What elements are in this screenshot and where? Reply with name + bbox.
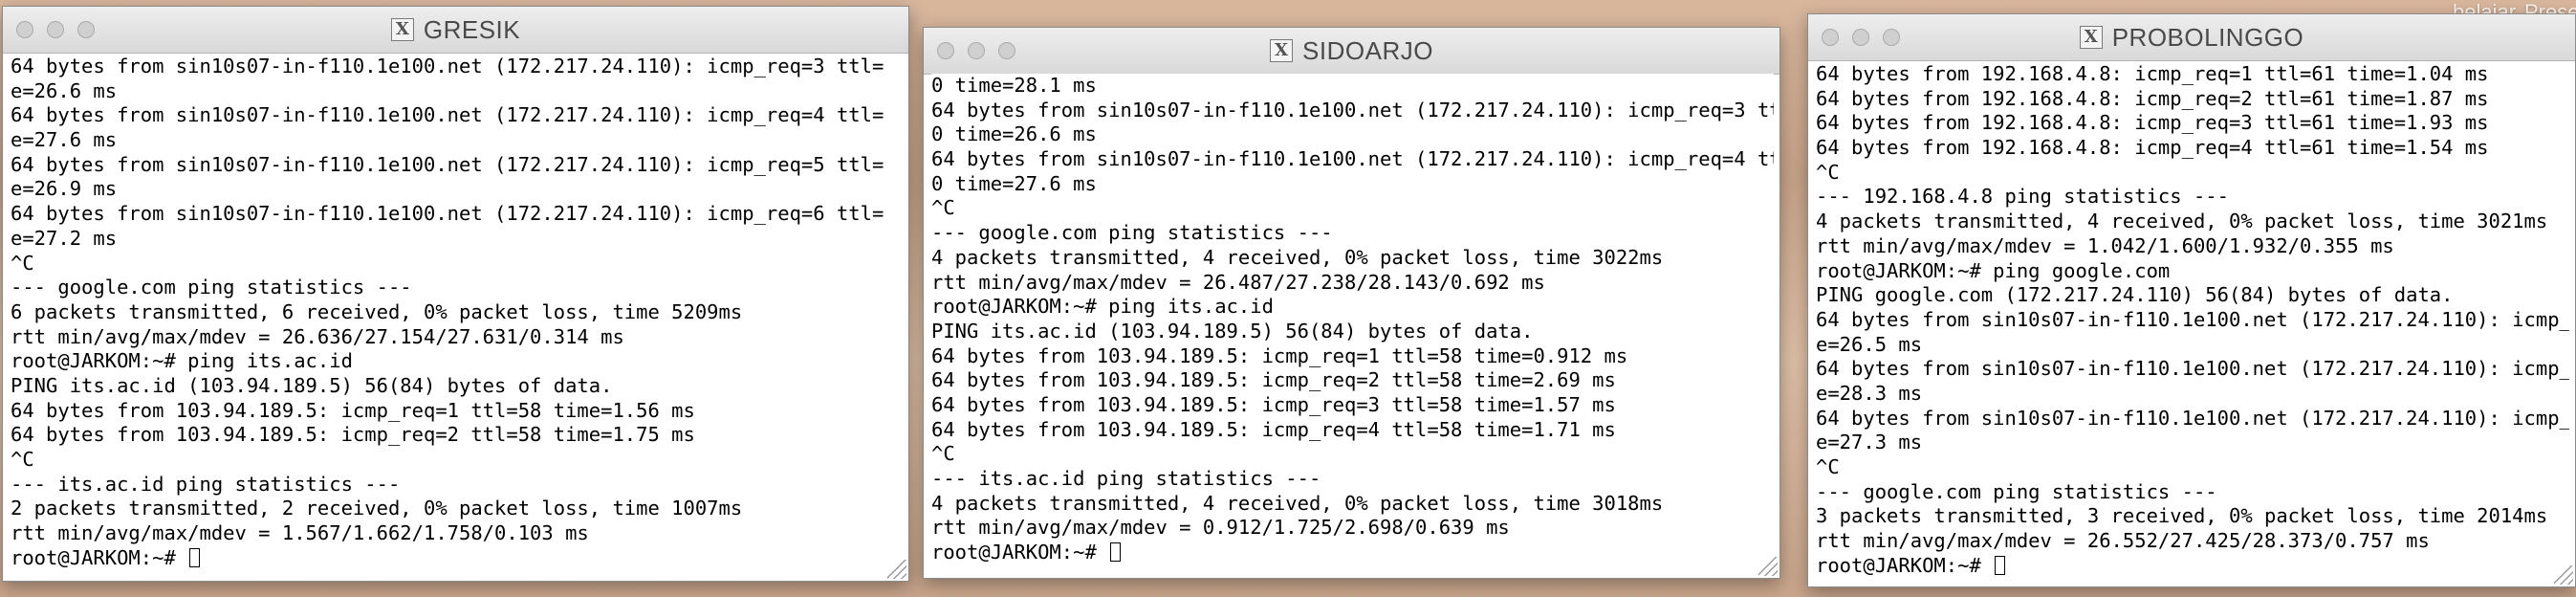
- terminal-line: PING its.ac.id (103.94.189.5) 56(84) byt…: [11, 373, 613, 397]
- terminal-line: e=27.6 ms: [11, 128, 118, 152]
- terminal-line: 64 bytes from 192.168.4.8: icmp_req=4 tt…: [1816, 136, 2489, 160]
- terminal-line: root@JARKOM:~# ping its.ac.id: [931, 295, 1274, 319]
- terminal-prompt-line[interactable]: root@JARKOM:~#: [11, 546, 903, 571]
- terminal-line: e=28.3 ms: [1816, 381, 1923, 405]
- resize-handle[interactable]: [887, 560, 906, 579]
- terminal-line: 64 bytes from 103.94.189.5: icmp_req=1 t…: [931, 343, 1628, 367]
- terminal-line: 0 time=26.6 ms: [931, 122, 1097, 146]
- terminal-line: ^C: [1816, 160, 1840, 184]
- x11-app-icon: X: [1270, 39, 1294, 62]
- terminal-line: 2 packets transmitted, 2 received, 0% pa…: [11, 497, 743, 520]
- terminal-line: 0 time=28.1 ms: [931, 74, 1097, 97]
- terminal-line: e=27.3 ms: [1816, 431, 1923, 454]
- terminal-line: --- google.com ping statistics ---: [11, 276, 412, 299]
- terminal-line: 64 bytes from sin10s07-in-f110.1e100.net…: [11, 55, 884, 77]
- terminal-line: e=26.6 ms: [11, 78, 118, 102]
- x11-app-icon: X: [2079, 26, 2103, 49]
- shell-prompt: root@JARKOM:~#: [1816, 553, 1994, 577]
- shell-prompt: root@JARKOM:~#: [11, 545, 188, 569]
- terminal-line: rtt min/avg/max/mdev = 0.912/1.725/2.698…: [931, 516, 1510, 540]
- terminal-line: PING google.com (172.217.24.110) 56(84) …: [1816, 283, 2454, 307]
- terminal-line: rtt min/avg/max/mdev = 26.636/27.154/27.…: [11, 324, 624, 348]
- terminal-line: 4 packets transmitted, 4 received, 0% pa…: [931, 245, 1664, 269]
- terminal-line: 64 bytes from sin10s07-in-f110.1e100.net…: [11, 202, 884, 226]
- terminal-window-sidoarjo[interactable]: X SIDOARJO 0 time=28.1 ms 64 bytes from …: [923, 27, 1780, 579]
- terminal-line: rtt min/avg/max/mdev = 26.552/27.425/28.…: [1816, 529, 2430, 553]
- terminal-line: ^C: [931, 196, 955, 220]
- window-title: GRESIK: [423, 14, 521, 44]
- terminal-line: e=26.5 ms: [1816, 332, 1923, 356]
- terminal-prompt-line[interactable]: root@JARKOM:~#: [1816, 554, 2569, 579]
- terminal-cursor: [1995, 555, 2006, 575]
- terminal-line: 64 bytes from sin10s07-in-f110.1e100.net…: [1816, 406, 2569, 430]
- terminal-cursor: [189, 547, 201, 567]
- terminal-line: rtt min/avg/max/mdev = 1.042/1.600/1.932…: [1816, 233, 2394, 257]
- terminal-line: 64 bytes from sin10s07-in-f110.1e100.net…: [1816, 307, 2569, 331]
- terminal-prompt-line[interactable]: root@JARKOM:~#: [931, 541, 1774, 565]
- shell-prompt: root@JARKOM:~#: [931, 541, 1109, 564]
- resize-handle[interactable]: [1758, 557, 1778, 576]
- x11-app-icon: X: [390, 18, 414, 41]
- terminal-line: 6 packets transmitted, 6 received, 0% pa…: [11, 299, 743, 323]
- terminal-line: 64 bytes from 192.168.4.8: icmp_req=2 tt…: [1816, 86, 2489, 110]
- terminal-lines: 0 time=28.1 ms 64 bytes from sin10s07-in…: [931, 74, 1774, 565]
- terminal-line: root@JARKOM:~# ping its.ac.id: [11, 349, 353, 373]
- terminal-line: rtt min/avg/max/mdev = 1.567/1.662/1.758…: [11, 521, 589, 545]
- terminal-line: 64 bytes from sin10s07-in-f110.1e100.net…: [931, 98, 1774, 122]
- terminal-line: 4 packets transmitted, 4 received, 0% pa…: [931, 491, 1664, 515]
- terminal-lines: 64 bytes from 192.168.4.8: icmp_req=1 tt…: [1816, 62, 2569, 578]
- terminal-line: rtt min/avg/max/mdev = 26.487/27.238/28.…: [931, 270, 1545, 294]
- terminal-line: ^C: [1816, 455, 1840, 478]
- terminal-output[interactable]: 64 bytes from sin10s07-in-f110.1e100.net…: [11, 55, 903, 581]
- terminal-line: root@JARKOM:~# ping google.com: [1816, 258, 2171, 282]
- terminal-line: 64 bytes from 103.94.189.5: icmp_req=4 t…: [931, 417, 1616, 441]
- terminal-line: ^C: [931, 442, 955, 466]
- terminal-line: 64 bytes from 103.94.189.5: icmp_req=1 t…: [11, 398, 695, 422]
- terminal-window-probolinggo[interactable]: X PROBOLINGGO 64 bytes from 192.168.4.8:…: [1807, 13, 2576, 587]
- terminal-line: PING its.ac.id (103.94.189.5) 56(84) byt…: [931, 319, 1534, 343]
- terminal-window-gresik[interactable]: X GRESIK 64 bytes from sin10s07-in-f110.…: [2, 6, 909, 582]
- terminal-line: 64 bytes from sin10s07-in-f110.1e100.net…: [931, 147, 1774, 171]
- terminal-line: 64 bytes from 192.168.4.8: icmp_req=3 tt…: [1816, 111, 2489, 135]
- terminal-output[interactable]: 64 bytes from 192.168.4.8: icmp_req=1 tt…: [1816, 62, 2569, 586]
- window-titlebar[interactable]: X SIDOARJO: [924, 28, 1779, 75]
- terminal-line: ^C: [11, 251, 34, 275]
- terminal-line: 64 bytes from sin10s07-in-f110.1e100.net…: [1816, 357, 2569, 381]
- terminal-line: 64 bytes from 103.94.189.5: icmp_req=2 t…: [11, 423, 695, 447]
- terminal-line: 64 bytes from 103.94.189.5: icmp_req=3 t…: [931, 392, 1616, 416]
- terminal-line: --- 192.168.4.8 ping statistics ---: [1816, 185, 2229, 209]
- terminal-line: 64 bytes from sin10s07-in-f110.1e100.net…: [11, 152, 884, 176]
- window-title: SIDOARJO: [1302, 35, 1433, 65]
- terminal-line: 64 bytes from 103.94.189.5: icmp_req=2 t…: [931, 368, 1616, 392]
- terminal-line: e=26.9 ms: [11, 177, 118, 201]
- terminal-line: 64 bytes from sin10s07-in-f110.1e100.net…: [11, 103, 884, 127]
- terminal-output[interactable]: 0 time=28.1 ms 64 bytes from sin10s07-in…: [931, 74, 1774, 578]
- terminal-line: 3 packets transmitted, 3 received, 0% pa…: [1816, 504, 2548, 528]
- resize-handle[interactable]: [2554, 565, 2573, 585]
- terminal-line: --- its.ac.id ping statistics ---: [931, 467, 1321, 490]
- terminal-line: e=27.2 ms: [11, 226, 118, 250]
- terminal-lines: 64 bytes from sin10s07-in-f110.1e100.net…: [11, 55, 903, 570]
- terminal-line: --- google.com ping statistics ---: [1816, 479, 2217, 503]
- window-titlebar[interactable]: X PROBOLINGGO: [1808, 14, 2575, 61]
- terminal-line: 4 packets transmitted, 4 received, 0% pa…: [1816, 210, 2548, 233]
- terminal-line: ^C: [11, 448, 34, 471]
- terminal-line: 64 bytes from 192.168.4.8: icmp_req=1 tt…: [1816, 62, 2489, 85]
- terminal-line: --- its.ac.id ping statistics ---: [11, 472, 401, 496]
- terminal-cursor: [1110, 542, 1122, 563]
- window-title: PROBOLINGGO: [2111, 22, 2304, 52]
- terminal-line: --- google.com ping statistics ---: [931, 221, 1333, 245]
- terminal-line: 0 time=27.6 ms: [931, 171, 1097, 195]
- window-titlebar[interactable]: X GRESIK: [3, 7, 908, 54]
